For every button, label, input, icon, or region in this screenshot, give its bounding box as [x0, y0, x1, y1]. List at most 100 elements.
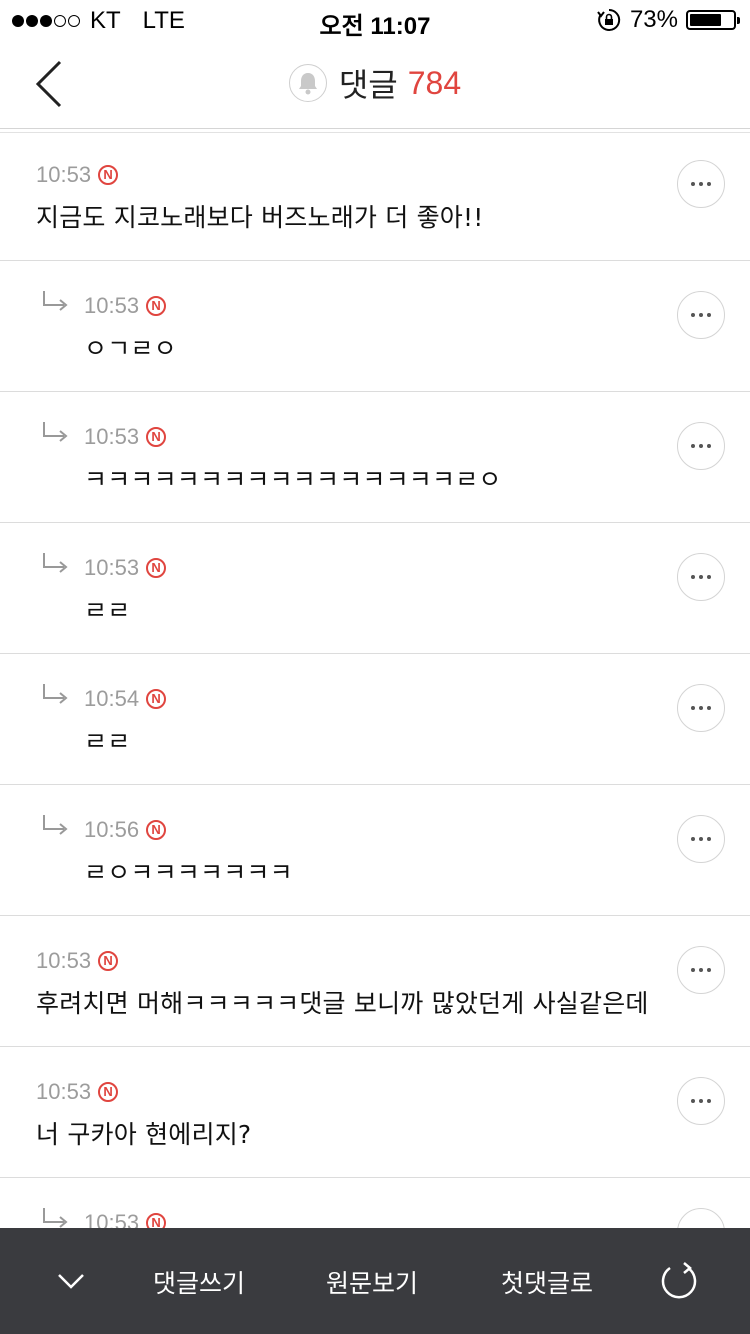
comment-text: ㄹㅇㅋㅋㅋㅋㅋㅋㅋ	[84, 858, 293, 887]
more-icon	[699, 837, 703, 841]
reply-arrow-icon	[43, 1208, 68, 1228]
new-badge: N	[146, 296, 167, 316]
new-badge: N	[146, 558, 167, 578]
comment-item: 10:56 N ㄹㅇㅋㅋㅋㅋㅋㅋㅋ	[0, 785, 750, 916]
comment-text: 지금도 지코노래보다 버즈노래가 더 좋아!!	[36, 203, 484, 232]
more-button[interactable]	[677, 553, 725, 601]
more-icon	[699, 706, 703, 710]
more-button[interactable]	[677, 815, 725, 863]
comment-meta: 10:54 N	[84, 686, 167, 712]
battery-fill	[690, 14, 721, 26]
comment-item: 10:53 N 지금도 지코노래보다 버즈노래가 더 좋아!!	[0, 130, 750, 261]
new-badge: N	[98, 165, 119, 185]
more-icon	[707, 706, 711, 710]
reply-arrow-icon	[43, 422, 68, 442]
comment-meta: 10:53 N	[36, 162, 119, 188]
comment-time: 10:53	[36, 162, 92, 187]
more-icon	[707, 575, 711, 579]
more-icon	[691, 706, 695, 710]
view-original-button[interactable]: 원문보기	[326, 1264, 418, 1300]
comment-item: 10:53 N 너 구카아 현에리지?	[0, 1047, 750, 1178]
comment-time: 10:53	[84, 424, 140, 449]
nav-bar: 댓글 784	[0, 40, 750, 129]
more-icon	[707, 313, 711, 317]
comment-meta: 10:53 N	[36, 1079, 119, 1105]
comment-meta: 10:53 N	[84, 424, 167, 450]
refresh-icon	[661, 1262, 697, 1299]
more-icon	[707, 1099, 711, 1103]
comment-time: 10:53	[84, 293, 140, 318]
reply-arrow-icon	[43, 684, 68, 704]
more-icon	[699, 182, 703, 186]
more-icon	[691, 182, 695, 186]
page-title: 댓글	[338, 66, 398, 104]
first-comment-button[interactable]: 첫댓글로	[501, 1264, 593, 1300]
collapse-button[interactable]	[56, 1266, 86, 1296]
new-badge: N	[146, 427, 167, 447]
new-badge: N	[146, 689, 167, 709]
comment-meta: 10:53 N	[36, 948, 119, 974]
new-badge: N	[146, 820, 167, 840]
comment-item: 10:53 N ㅇㄱㄹㅇ	[0, 261, 750, 392]
more-icon	[707, 968, 711, 972]
comment-time: 10:53	[36, 1079, 92, 1104]
more-icon	[699, 1099, 703, 1103]
comment-time: 10:56	[84, 817, 140, 842]
battery-tip	[737, 17, 740, 24]
more-icon	[691, 444, 695, 448]
comment-meta: 10:53 N	[84, 293, 167, 319]
rotation-lock-icon	[597, 8, 621, 31]
bottom-toolbar: 댓글쓰기 원문보기 첫댓글로	[0, 1228, 750, 1334]
comment-text: ㄹㄹ	[84, 727, 131, 756]
comment-time: 10:54	[84, 686, 140, 711]
comment-text: ㄹㄹ	[84, 596, 131, 625]
comment-time: 10:53	[36, 948, 92, 973]
battery-percent: 73%	[629, 6, 678, 33]
comment-time: 10:53	[84, 555, 140, 580]
notification-toggle[interactable]	[288, 64, 327, 102]
comment-item: 10:53 N ㅋㅋㅋㅋㅋㅋㅋㅋㅋㅋㅋㅋㅋㅋㅋㅋㄹㅇ	[0, 392, 750, 523]
more-icon	[699, 968, 703, 972]
comment-text: ㅇㄱㄹㅇ	[84, 334, 177, 363]
status-bar: KT LTE 오전 11:07 73%	[0, 0, 750, 40]
bell-icon	[298, 73, 317, 95]
refresh-button[interactable]	[658, 1260, 700, 1302]
more-button[interactable]	[677, 291, 725, 339]
more-button[interactable]	[677, 160, 725, 208]
comment-item: 10:54 N ㄹㄹ	[0, 654, 750, 785]
more-icon	[699, 575, 703, 579]
new-badge: N	[98, 951, 119, 971]
reply-arrow-icon	[43, 815, 68, 835]
comment-item: 10:53 N ㄹㄹ	[0, 523, 750, 654]
new-badge: N	[146, 1213, 167, 1228]
comment-count: 784	[407, 64, 462, 101]
more-icon	[691, 1099, 695, 1103]
comment-text: 너 구카아 현에리지?	[36, 1120, 252, 1149]
write-comment-button[interactable]: 댓글쓰기	[153, 1264, 245, 1300]
more-icon	[691, 575, 695, 579]
more-button[interactable]	[677, 1077, 725, 1125]
more-icon	[699, 444, 703, 448]
more-button[interactable]	[677, 684, 725, 732]
reply-arrow-icon	[43, 291, 68, 311]
more-button[interactable]	[677, 1208, 725, 1228]
battery-icon	[686, 10, 740, 30]
comment-meta: 10:53 N	[84, 1210, 167, 1228]
comment-item: 10:53 N 후려치면 머해ㅋㅋㅋㅋㅋ댓글 보니까 많았던게 사실같은데	[0, 916, 750, 1047]
comment-time: 10:53	[84, 1210, 140, 1228]
comment-list[interactable]: 10:53 N 지금도 지코노래보다 버즈노래가 더 좋아!! 10:53 N …	[0, 130, 750, 1228]
comment-meta: 10:56 N	[84, 817, 167, 843]
more-icon	[707, 837, 711, 841]
more-icon	[691, 837, 695, 841]
more-button[interactable]	[677, 946, 725, 994]
comment-text: 후려치면 머해ㅋㅋㅋㅋㅋ댓글 보니까 많았던게 사실같은데	[36, 989, 649, 1018]
more-icon	[691, 968, 695, 972]
more-button[interactable]	[677, 422, 725, 470]
more-icon	[707, 444, 711, 448]
more-icon	[707, 182, 711, 186]
new-badge: N	[98, 1082, 119, 1102]
comment-item: 10:53 N	[0, 1178, 750, 1228]
nav-title: 댓글 784	[0, 60, 750, 106]
comment-text: ㅋㅋㅋㅋㅋㅋㅋㅋㅋㅋㅋㅋㅋㅋㅋㅋㄹㅇ	[84, 465, 502, 494]
status-right: 73%	[596, 6, 740, 34]
